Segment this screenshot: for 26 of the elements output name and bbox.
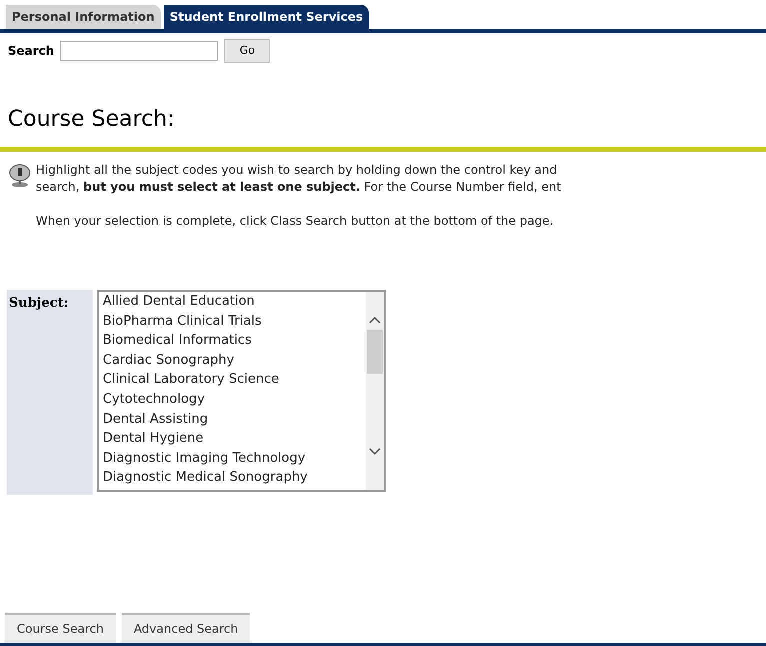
search-button[interactable]: Advanced Search [122, 613, 250, 643]
search-button[interactable]: Course Search [5, 613, 116, 643]
search-label: Search [8, 43, 54, 60]
page-title: Course Search: [7, 106, 176, 134]
subject-option[interactable]: BioPharma Clinical Trials [103, 312, 366, 332]
subject-label: Subject: [7, 290, 93, 495]
subject-option[interactable]: Dental Assisting [103, 410, 366, 430]
subject-option[interactable]: Biomedical Informatics [103, 331, 366, 351]
instruction-text: search, but you must select at least one subject. For the Course Number field, ent [36, 179, 562, 196]
subject-option[interactable]: Cardiac Sonography [103, 350, 366, 370]
tab[interactable]: Personal Information [6, 5, 161, 29]
search-field[interactable] [60, 41, 218, 61]
go-button[interactable]: Go [224, 39, 270, 63]
instruction-text: Highlight all the subject codes you wish to search by holding down the control key and [36, 162, 558, 179]
subject-option[interactable]: Dental Hygiene [103, 429, 366, 449]
tab[interactable]: Student Enrollment Services [164, 5, 370, 29]
subject-option[interactable]: Allied Dental Education [103, 292, 366, 312]
scrollbar-thumb[interactable] [367, 330, 383, 374]
subject-listbox[interactable] [97, 290, 386, 492]
subject-option[interactable]: Diagnostic Imaging Technology [103, 448, 366, 468]
instruction-note: When your selection is complete, click Class Search button at the bottom of the page. [36, 213, 555, 230]
subject-option[interactable]: Clinical Laboratory Science [103, 370, 366, 390]
subject-option[interactable]: Cytotechnology [103, 390, 366, 410]
scrollbar[interactable] [366, 292, 384, 490]
info-icon [8, 164, 32, 188]
subject-option[interactable]: Diagnostic Medical Sonography [103, 468, 366, 488]
